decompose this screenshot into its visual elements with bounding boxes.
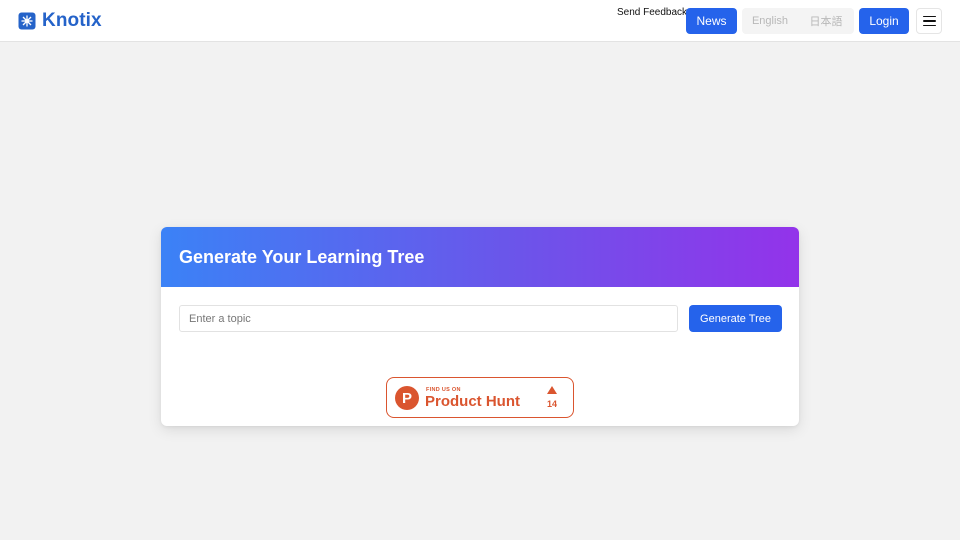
login-button[interactable]: Login	[859, 8, 909, 34]
knot-logo-icon	[18, 12, 36, 30]
language-option-english[interactable]: English	[742, 15, 798, 27]
hamburger-menu-button[interactable]	[916, 8, 942, 34]
product-hunt-name: Product Hunt	[425, 393, 520, 410]
card-title: Generate Your Learning Tree	[179, 246, 425, 267]
generate-tree-button[interactable]: Generate Tree	[689, 305, 782, 332]
learning-tree-generator-card: Generate Your Learning Tree Generate Tre…	[161, 227, 799, 426]
product-hunt-badge[interactable]: P FIND US ON Product Hunt 14	[386, 377, 574, 418]
news-button[interactable]: News	[686, 8, 737, 34]
brand-logo-link[interactable]: Knotix	[18, 9, 102, 33]
product-hunt-upvote-count: 14	[546, 399, 557, 409]
upvote-triangle-icon	[547, 386, 557, 394]
send-feedback-link[interactable]: Send Feedback	[617, 7, 687, 18]
hamburger-menu-icon	[922, 15, 936, 18]
brand-name: Knotix	[42, 10, 102, 31]
card-header: Generate Your Learning Tree	[161, 227, 799, 287]
topic-input[interactable]	[179, 305, 678, 332]
language-switcher: English 日本語	[742, 8, 854, 34]
top-navbar: Knotix Send Feedback News English 日本語 Lo…	[0, 0, 960, 42]
product-hunt-logo-icon: P	[395, 386, 419, 410]
language-option-japanese[interactable]: 日本語	[798, 13, 854, 29]
